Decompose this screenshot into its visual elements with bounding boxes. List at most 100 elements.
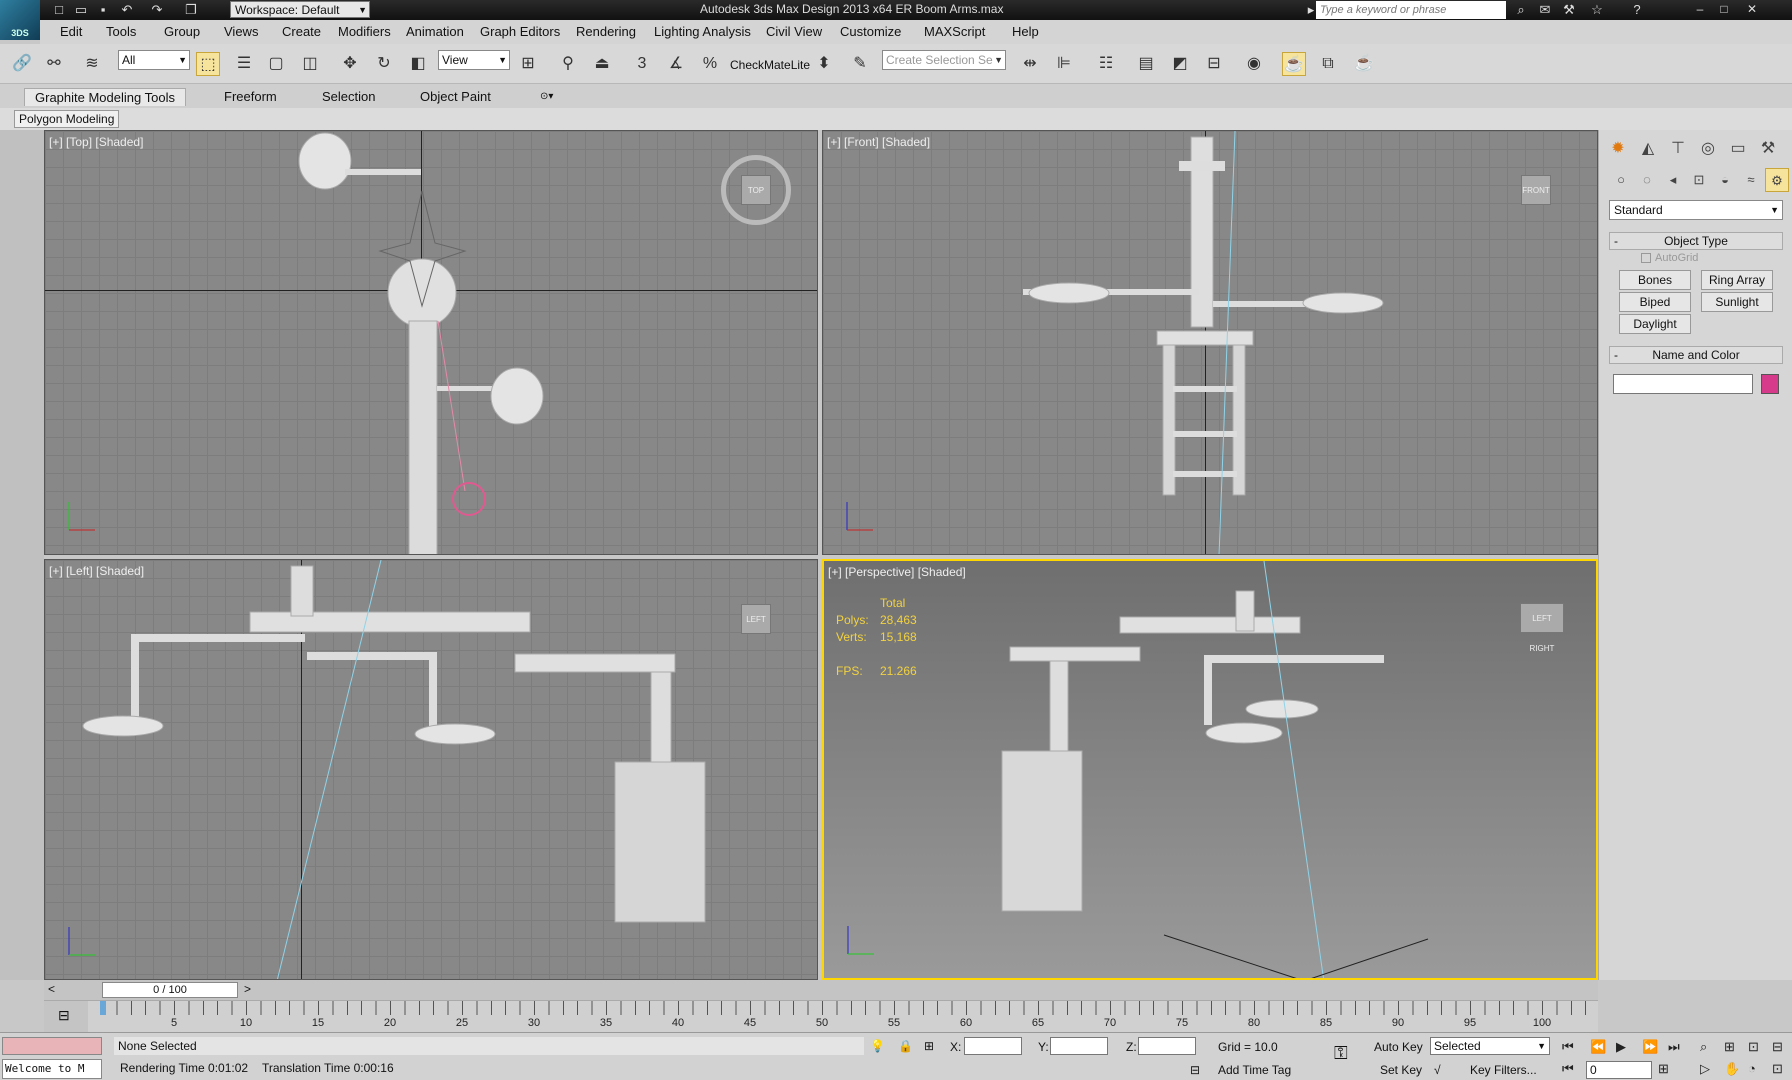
- time-configuration-icon[interactable]: ⊞: [1658, 1061, 1669, 1077]
- set-key-button[interactable]: Set Key: [1380, 1063, 1422, 1077]
- app-logo-icon[interactable]: 3DS: [0, 0, 40, 40]
- zoom-extents-icon[interactable]: ⊡: [1748, 1039, 1759, 1055]
- binoculars-icon[interactable]: ⌕: [1512, 1, 1530, 19]
- ribbon-options-icon[interactable]: ⊙▾: [530, 88, 563, 106]
- reference-coordinate-dropdown[interactable]: View ▼: [438, 50, 510, 70]
- menu-tools[interactable]: Tools: [106, 24, 136, 39]
- zoom-extents-all-icon[interactable]: ⊟: [1772, 1039, 1783, 1055]
- zoom-all-icon[interactable]: ⊞: [1724, 1039, 1735, 1055]
- select-object-icon[interactable]: ⬚: [196, 52, 220, 76]
- shapes-icon[interactable]: ◌: [1635, 168, 1659, 192]
- maximize-viewport-icon[interactable]: ⊡: [1772, 1061, 1783, 1077]
- named-selection-set-dropdown[interactable]: Create Selection Se ▼: [882, 50, 1006, 70]
- pivot-center-icon[interactable]: ⊞: [516, 52, 540, 76]
- edit-named-selection-icon[interactable]: ✎: [848, 52, 872, 76]
- communication-icon[interactable]: ✉: [1536, 1, 1554, 19]
- default-tangent-icon[interactable]: √: [1434, 1063, 1441, 1077]
- rendered-frame-window-icon[interactable]: ⧉: [1316, 52, 1340, 76]
- select-and-rotate-icon[interactable]: ↻: [372, 52, 396, 76]
- prev-frame-arrow[interactable]: <: [48, 982, 55, 996]
- menu-maxscript[interactable]: MAXScript: [924, 24, 985, 39]
- search-input[interactable]: Type a keyword or phrase: [1316, 1, 1506, 19]
- viewport-front[interactable]: [+] [Front] [Shaded] FRONT: [822, 130, 1598, 555]
- menu-civil-view[interactable]: Civil View: [766, 24, 822, 39]
- previous-frame-icon[interactable]: ⏪: [1590, 1039, 1606, 1055]
- angle-snap-icon[interactable]: ∡: [664, 52, 688, 76]
- display-tab-icon[interactable]: ▭: [1725, 136, 1751, 162]
- viewport-top[interactable]: [+] [Top] [Shaded] TOP: [44, 130, 818, 555]
- hierarchy-tab-icon[interactable]: ⊤: [1665, 136, 1691, 162]
- track-bar-toggle[interactable]: ⊟: [44, 1001, 88, 1033]
- mini-curve-editor-icon[interactable]: ⊟: [58, 1007, 70, 1024]
- viewport-label[interactable]: [+] [Perspective] [Shaded]: [828, 565, 966, 579]
- name-and-color-rollout[interactable]: - Name and Color: [1609, 346, 1783, 364]
- viewport-label[interactable]: [+] [Top] [Shaded]: [49, 135, 143, 149]
- menu-create[interactable]: Create: [282, 24, 321, 39]
- render-setup-icon[interactable]: ☕: [1282, 52, 1306, 76]
- utilities-tab-icon[interactable]: ⚒: [1755, 136, 1781, 162]
- track-bar[interactable]: ⊟ 5 10 15 20 25 30 35 40 45 50 55 60 65 …: [44, 1000, 1598, 1033]
- lights-icon[interactable]: ◂: [1661, 168, 1685, 192]
- maxscript-listener-field[interactable]: [2, 1037, 102, 1055]
- close-button[interactable]: ✕: [1740, 1, 1764, 18]
- minimize-button[interactable]: –: [1688, 1, 1712, 18]
- geometry-icon[interactable]: ○: [1609, 168, 1633, 192]
- select-by-name-icon[interactable]: ☰: [232, 52, 256, 76]
- tab-graphite-modeling-tools[interactable]: Graphite Modeling Tools: [24, 88, 186, 106]
- curve-editor-icon[interactable]: ◩: [1168, 52, 1192, 76]
- exchange-icon[interactable]: ⚒: [1560, 1, 1578, 19]
- window-crossing-icon[interactable]: ◫: [298, 52, 322, 76]
- object-type-rollout[interactable]: - Object Type: [1609, 232, 1783, 250]
- polygon-modeling-panel[interactable]: Polygon Modeling: [14, 110, 120, 128]
- x-coordinate-field[interactable]: [964, 1037, 1022, 1055]
- graphite-toggle-icon[interactable]: ▤: [1134, 52, 1158, 76]
- key-mode-dropdown[interactable]: Selected ▼: [1430, 1037, 1550, 1055]
- orbit-icon[interactable]: ◔: [1748, 1061, 1756, 1076]
- time-slider-thumb[interactable]: 0 / 100: [102, 982, 238, 998]
- open-file-icon[interactable]: ▭: [72, 1, 90, 19]
- key-filters-button[interactable]: Key Filters...: [1470, 1063, 1537, 1077]
- menu-graph-editors[interactable]: Graph Editors: [480, 24, 560, 39]
- redo-icon[interactable]: ↷: [148, 1, 166, 19]
- maximize-button[interactable]: □: [1712, 1, 1736, 18]
- object-color-swatch[interactable]: [1761, 374, 1779, 394]
- select-and-manipulate-icon[interactable]: ⚲: [556, 52, 580, 76]
- spinner-snap-icon[interactable]: ⬍: [812, 52, 836, 76]
- workspace-dropdown[interactable]: Workspace: Default ▼: [230, 1, 370, 18]
- systems-icon[interactable]: ⚙: [1765, 168, 1789, 192]
- viewport-label[interactable]: [+] [Front] [Shaded]: [827, 135, 930, 149]
- go-to-end-icon[interactable]: ⏭: [1668, 1039, 1680, 1055]
- align-icon[interactable]: ⊫: [1052, 52, 1076, 76]
- rectangular-selection-icon[interactable]: ▢: [264, 52, 288, 76]
- viewport-perspective[interactable]: [+] [Perspective] [Shaded] LEFT RIGHT To…: [822, 559, 1598, 980]
- keyboard-shortcut-override-icon[interactable]: ⏏: [590, 52, 614, 76]
- viewport-label[interactable]: [+] [Left] [Shaded]: [49, 564, 144, 578]
- unlink-icon[interactable]: ⚯: [42, 52, 66, 76]
- menu-animation[interactable]: Animation: [406, 24, 464, 39]
- viewcube[interactable]: TOP: [741, 175, 771, 205]
- time-tag-icon[interactable]: ⊟: [1190, 1063, 1200, 1077]
- sunlight-button[interactable]: Sunlight: [1701, 292, 1773, 312]
- save-icon[interactable]: ▪: [94, 1, 112, 19]
- isolate-toggle-icon[interactable]: 💡: [870, 1039, 885, 1053]
- render-production-icon[interactable]: ☕: [1352, 52, 1376, 76]
- cameras-icon[interactable]: ⊡: [1687, 168, 1711, 192]
- category-dropdown[interactable]: Standard ▼: [1609, 200, 1783, 220]
- checkmate-label[interactable]: CheckMateLite: [730, 58, 810, 72]
- set-keys-key-icon[interactable]: ⚿: [1334, 1043, 1348, 1064]
- help-icon[interactable]: ?: [1628, 1, 1646, 19]
- absolute-mode-icon[interactable]: ⊞: [924, 1039, 934, 1053]
- current-frame-field[interactable]: 0: [1586, 1061, 1652, 1079]
- bind-space-warp-icon[interactable]: ≋: [80, 52, 104, 76]
- auto-key-button[interactable]: Auto Key: [1374, 1040, 1423, 1054]
- undo-icon[interactable]: ↶: [118, 1, 136, 19]
- y-coordinate-field[interactable]: [1050, 1037, 1108, 1055]
- next-frame-arrow[interactable]: >: [244, 982, 251, 996]
- viewcube[interactable]: FRONT: [1521, 175, 1551, 205]
- bones-button[interactable]: Bones: [1619, 270, 1691, 290]
- new-file-icon[interactable]: □: [50, 1, 68, 19]
- schematic-view-icon[interactable]: ⊟: [1202, 52, 1226, 76]
- viewcube[interactable]: LEFT RIGHT: [1520, 603, 1564, 653]
- menu-rendering[interactable]: Rendering: [576, 24, 636, 39]
- field-of-view-icon[interactable]: ▷: [1700, 1061, 1710, 1077]
